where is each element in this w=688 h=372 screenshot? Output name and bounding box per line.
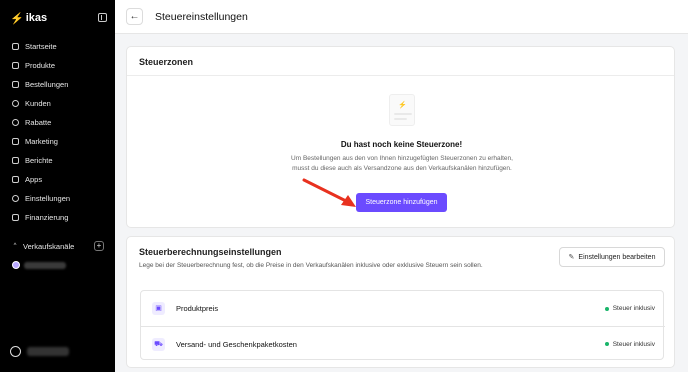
illustration-line xyxy=(394,118,407,120)
user-name-redacted xyxy=(27,347,69,356)
user-menu[interactable] xyxy=(10,346,69,357)
tax-calculation-title: Steuerberechnungseinstellungen xyxy=(139,247,282,257)
discount-icon xyxy=(12,119,19,126)
users-icon xyxy=(12,100,19,107)
truck-icon: ⛟ xyxy=(152,337,165,351)
sidebar-item-bestellungen[interactable]: Bestellungen xyxy=(12,75,107,94)
gear-icon xyxy=(12,195,19,202)
sidebar-item-label: Marketing xyxy=(25,137,58,146)
sidebar-item-label: Bestellungen xyxy=(25,80,69,89)
empty-state-title: Du hast noch keine Steuerzone! xyxy=(340,140,463,149)
sidebar-item-kunden[interactable]: Kunden xyxy=(12,94,107,113)
sidebar-item-label: Apps xyxy=(25,175,43,184)
price-tag-icon: ▣ xyxy=(152,302,165,315)
status-dot xyxy=(604,306,609,311)
megaphone-icon xyxy=(12,138,19,145)
channel-icon xyxy=(12,261,20,269)
home-icon xyxy=(12,43,19,50)
add-channel-icon[interactable]: + xyxy=(94,241,104,251)
status-dot xyxy=(604,342,609,346)
list-item: ⛟ Versand- und Geschenkpaketkosten Steue… xyxy=(141,326,665,361)
sidebar-item-einstellungen[interactable]: Einstellungen xyxy=(12,189,107,208)
tax-zones-card: Steuerzonen ⚡ Du hast noch keine Steuerz… xyxy=(126,46,675,228)
list-item: ▣ Produktpreis Steuer inklusiv xyxy=(141,291,665,326)
box-icon xyxy=(12,62,19,69)
sidebar-item-finanzierung[interactable]: Finanzierung xyxy=(12,208,107,227)
cart-icon xyxy=(12,81,19,88)
tax-calculation-card: Steuerberechnungseinstellungen Lege bei … xyxy=(126,236,675,368)
sidebar: ⚡ ikas Startseite Produkte Bestellungen … xyxy=(0,0,115,372)
apps-icon xyxy=(12,176,19,183)
page-header: ← Steuereinstellungen xyxy=(115,0,688,34)
tax-zones-title: Steuerzonen xyxy=(127,47,674,76)
edit-settings-button[interactable]: ✎ Einstellungen bearbeiten xyxy=(559,247,665,267)
sidebar-item-rabatte[interactable]: Rabatte xyxy=(12,113,107,132)
sidebar-item-label: Produkte xyxy=(25,61,56,70)
logo-row: ⚡ ikas xyxy=(10,10,107,26)
sidebar-item-startseite[interactable]: Startseite xyxy=(12,37,107,56)
bolt-icon: ⚡ xyxy=(10,12,24,25)
sidebar-item-label: Kunden xyxy=(25,99,51,108)
edit-settings-label: Einstellungen bearbeiten xyxy=(578,253,656,261)
tax-calculation-description: Lege bei der Steuerberechnung fest, ob d… xyxy=(139,262,483,269)
chart-icon xyxy=(12,157,19,164)
back-button[interactable]: ← xyxy=(126,8,143,25)
add-tax-zone-button[interactable]: Steuerzone hinzufügen xyxy=(356,193,447,212)
sidebar-item-marketing[interactable]: Marketing xyxy=(12,132,107,151)
tax-settings-list: ▣ Produktpreis Steuer inklusiv ⛟ Versand… xyxy=(140,290,665,361)
empty-state-description: Um Bestellungen aus den von Ihnen hinzug… xyxy=(291,155,513,172)
channel-item[interactable] xyxy=(12,261,66,269)
annotation-arrow-icon xyxy=(302,178,356,207)
sidebar-item-produkte[interactable]: Produkte xyxy=(12,56,107,75)
arrow-left-icon: ← xyxy=(129,11,140,22)
row-label: Produktpreis xyxy=(176,304,219,313)
user-icon xyxy=(10,346,21,357)
page-title: Steuereinstellungen xyxy=(155,11,248,23)
sidebar-item-label: Einstellungen xyxy=(25,194,71,203)
sidebar-item-berichte[interactable]: Berichte xyxy=(12,151,107,170)
sidebar-item-apps[interactable]: Apps xyxy=(12,170,107,189)
chevron-up-icon: ^ xyxy=(13,243,17,249)
wallet-icon xyxy=(12,214,19,221)
illustration-line xyxy=(394,113,412,115)
status-badge: Steuer inklusiv xyxy=(604,305,655,312)
sales-channels-label: Verkaufskanäle xyxy=(23,241,75,251)
empty-state-illustration: ⚡ xyxy=(389,94,415,126)
sidebar-collapse-icon[interactable] xyxy=(98,13,107,22)
sidebar-item-label: Berichte xyxy=(25,156,53,165)
status-text: Steuer inklusiv xyxy=(612,340,655,348)
brand-name: ikas xyxy=(25,12,48,24)
pencil-icon: ✎ xyxy=(568,254,575,261)
sidebar-item-label: Rabatte xyxy=(25,118,52,127)
logo[interactable]: ⚡ ikas xyxy=(10,12,47,25)
sidebar-item-label: Finanzierung xyxy=(25,213,69,222)
channel-name-redacted xyxy=(24,261,66,269)
sidebar-item-label: Startseite xyxy=(25,42,57,51)
sales-channels-header[interactable]: ^ Verkaufskanäle + xyxy=(12,240,104,252)
spark-icon: ⚡ xyxy=(398,102,407,109)
status-text: Steuer inklusiv xyxy=(612,305,655,312)
status-badge: Steuer inklusiv xyxy=(604,340,655,348)
row-label: Versand- und Geschenkpaketkosten xyxy=(176,339,297,349)
sidebar-nav: Startseite Produkte Bestellungen Kunden … xyxy=(12,37,107,227)
